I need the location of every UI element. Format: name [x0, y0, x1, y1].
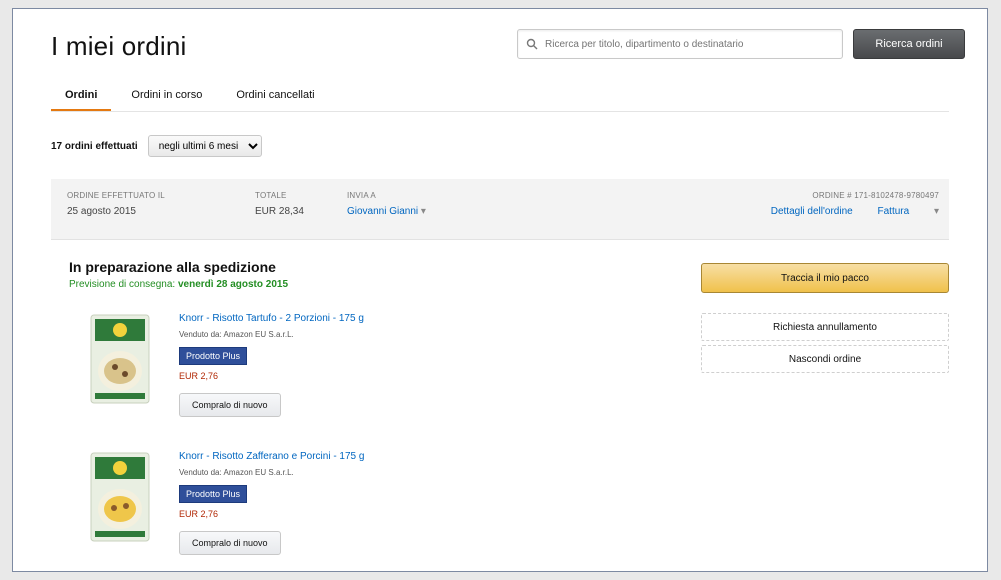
plus-product-badge: Prodotto Plus	[179, 347, 248, 365]
order-item: Knorr - Risotto Tartufo - 2 Porzioni - 1…	[89, 313, 529, 443]
tab-orders[interactable]: Ordini	[51, 89, 112, 111]
plus-product-badge: Prodotto Plus	[179, 485, 248, 503]
item-title-link[interactable]: Knorr - Risotto Zafferano e Porcini - 17…	[179, 451, 364, 462]
chevron-down-icon: ▾	[418, 206, 426, 217]
order-total-value: EUR 28,34	[255, 206, 304, 217]
item-price: EUR 2,76	[179, 371, 219, 381]
ship-to-wrapper: Giovanni Gianni ▾	[347, 206, 426, 217]
hide-order-button[interactable]: Nascondi ordine	[701, 345, 949, 373]
order-date-block: ORDINE EFFETTUATO IL 25 agosto 2015	[67, 191, 165, 217]
order-links: Dettagli dell'ordine Fattura ▾	[771, 206, 939, 217]
order-total-block: TOTALE EUR 28,34	[255, 191, 304, 217]
item-title-link[interactable]: Knorr - Risotto Tartufo - 2 Porzioni - 1…	[179, 313, 364, 324]
order-actions: Traccia il mio pacco Richiesta annullame…	[701, 263, 949, 373]
item-info: Knorr - Risotto Zafferano e Porcini - 17…	[179, 451, 364, 555]
tabs-divider	[51, 111, 949, 112]
invoice-link[interactable]: Fattura	[878, 206, 910, 217]
item-info: Knorr - Risotto Tartufo - 2 Porzioni - 1…	[179, 313, 364, 417]
shipment-status: In preparazione alla spedizione	[69, 259, 276, 275]
page-title: I miei ordini	[51, 31, 187, 61]
orders-summary: 17 ordini effettuati negli ultimi 6 mesi	[51, 135, 262, 157]
tab-open-orders[interactable]: Ordini in corso	[117, 89, 216, 111]
buy-again-button[interactable]: Compralo di nuovo	[179, 393, 281, 417]
tab-cancelled-orders[interactable]: Ordini cancellati	[222, 89, 328, 111]
search-icon	[526, 38, 538, 50]
delivery-prefix: Previsione di consegna:	[69, 279, 176, 290]
order-total-label: TOTALE	[255, 191, 287, 200]
orders-count: 17 ordini effettuati	[51, 140, 138, 152]
order-tabs: Ordini Ordini in corso Ordini cancellati	[51, 89, 335, 111]
order-date-label: ORDINE EFFETTUATO IL	[67, 191, 165, 200]
delivery-date: venerdì 28 agosto 2015	[177, 279, 289, 290]
order-date-value: 25 agosto 2015	[67, 206, 136, 217]
search-box[interactable]	[517, 29, 843, 59]
delivery-estimate: Previsione di consegna: venerdì 28 agost…	[69, 279, 288, 290]
order-number-label: ORDINE # 171-8102478-9780497	[812, 191, 939, 200]
order-item: Knorr - Risotto Zafferano e Porcini - 17…	[89, 451, 529, 571]
search-input[interactable]	[543, 37, 837, 51]
product-image[interactable]	[89, 451, 151, 543]
item-seller: Venduto da: Amazon EU S.a.r.L.	[179, 330, 294, 339]
page-frame: I miei ordini Ricerca ordini Ordini Ordi…	[12, 8, 988, 572]
order-details-link[interactable]: Dettagli dell'ordine	[771, 206, 853, 217]
ship-to-label: INVIA A	[347, 191, 376, 200]
ship-to-link[interactable]: Giovanni Gianni	[347, 206, 418, 217]
invoice-wrapper: Fattura ▾	[878, 206, 940, 217]
request-cancellation-button[interactable]: Richiesta annullamento	[701, 313, 949, 341]
item-price: EUR 2,76	[179, 509, 219, 519]
track-package-button[interactable]: Traccia il mio pacco	[701, 263, 949, 293]
ship-to-block: INVIA A Giovanni Gianni ▾	[347, 191, 426, 217]
order-header: ORDINE EFFETTUATO IL 25 agosto 2015 TOTA…	[51, 179, 949, 240]
buy-again-button[interactable]: Compralo di nuovo	[179, 531, 281, 555]
order-number-block: ORDINE # 171-8102478-9780497 Dettagli de…	[771, 191, 939, 217]
item-seller: Venduto da: Amazon EU S.a.r.L.	[179, 468, 294, 477]
chevron-down-icon: ▾	[931, 206, 939, 217]
period-select[interactable]: negli ultimi 6 mesi	[147, 135, 262, 157]
search-orders-button[interactable]: Ricerca ordini	[853, 29, 965, 59]
product-image[interactable]	[89, 313, 151, 405]
